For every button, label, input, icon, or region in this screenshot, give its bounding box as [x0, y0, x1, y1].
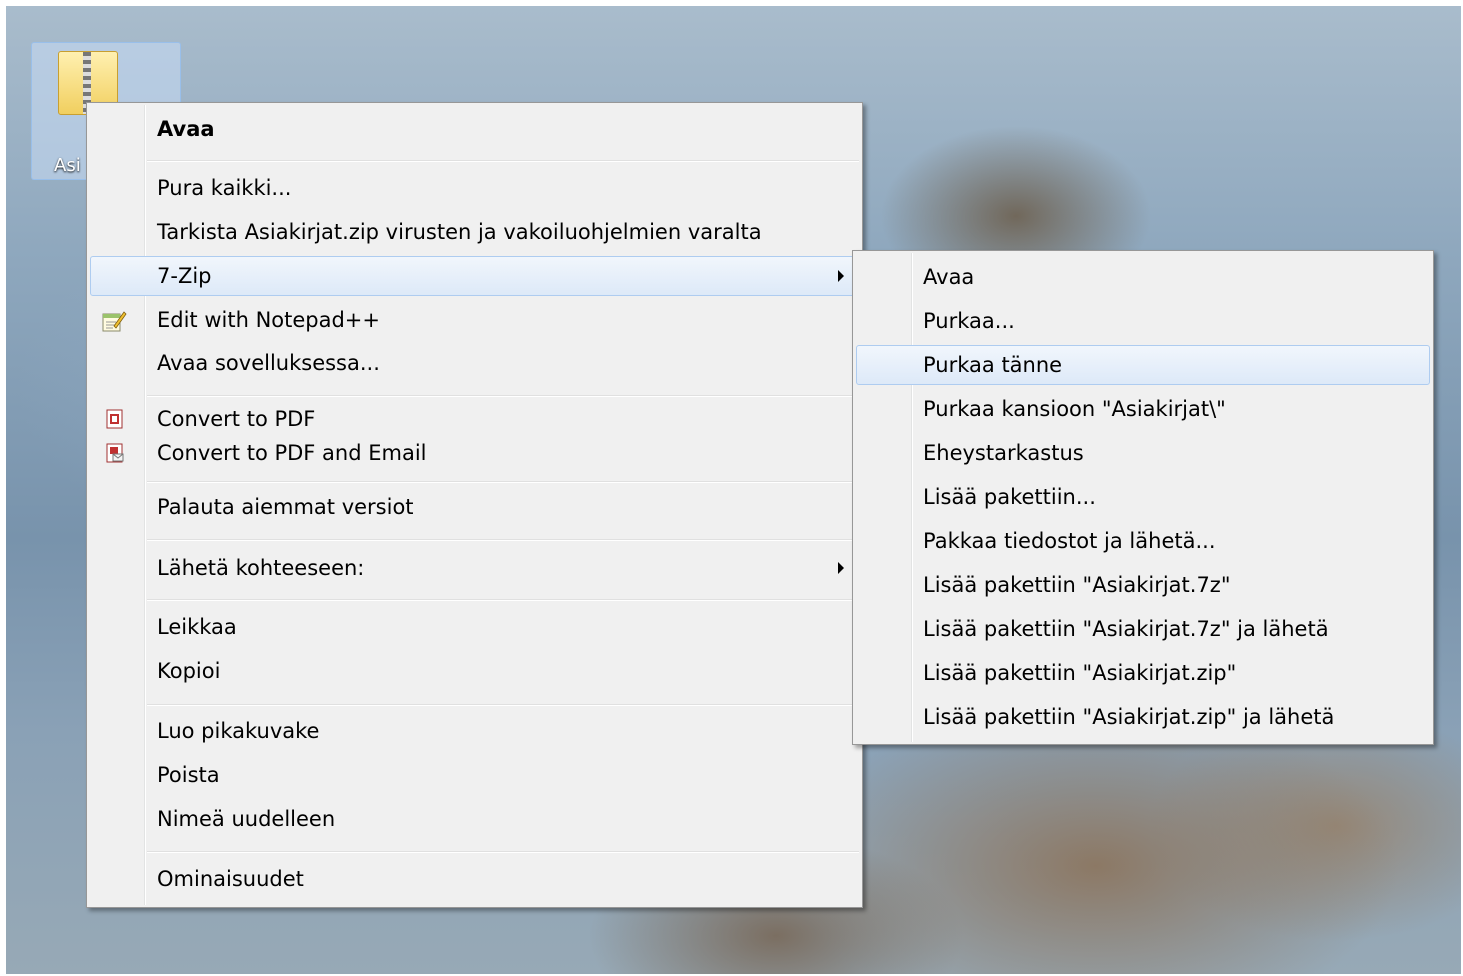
menu-item-copy[interactable]: Kopioi: [90, 651, 859, 691]
menu-item-create-shortcut[interactable]: Luo pikakuvake: [90, 711, 859, 751]
submenu-item-open[interactable]: Avaa: [856, 257, 1430, 297]
menu-separator: [147, 539, 859, 541]
submenu-item-add-to-7z[interactable]: Lisää pakettiin "Asiakirjat.7z": [856, 565, 1430, 605]
menu-item-rename[interactable]: Nimeä uudelleen: [90, 799, 859, 839]
sevenzip-submenu: Avaa Purkaa... Purkaa tänne Purkaa kansi…: [852, 250, 1434, 745]
submenu-item-test-archive[interactable]: Eheystarkastus: [856, 433, 1430, 473]
menu-item-extract-all[interactable]: Pura kaikki...: [90, 168, 859, 208]
menu-item-7zip[interactable]: 7-Zip: [90, 256, 859, 296]
submenu-arrow-icon: [838, 270, 844, 282]
context-menu: Avaa Pura kaikki... Tarkista Asiakirjat.…: [86, 102, 863, 908]
menu-separator: [147, 395, 859, 397]
submenu-item-add-to-7z-email[interactable]: Lisää pakettiin "Asiakirjat.7z" ja lähet…: [856, 609, 1430, 649]
submenu-item-add-to-archive[interactable]: Lisää pakettiin...: [856, 477, 1430, 517]
menu-item-cut[interactable]: Leikkaa: [90, 607, 859, 647]
menu-item-delete[interactable]: Poista: [90, 755, 859, 795]
menu-item-convert-pdf-email[interactable]: Convert to PDF and Email: [90, 433, 859, 473]
menu-item-send-to[interactable]: Lähetä kohteeseen:: [90, 548, 859, 588]
notepad-plus-plus-icon: [102, 311, 127, 332]
submenu-item-extract-to-folder[interactable]: Purkaa kansioon "Asiakirjat\": [856, 389, 1430, 429]
menu-separator: [147, 599, 859, 601]
submenu-arrow-icon: [838, 562, 844, 574]
menu-separator: [147, 481, 859, 483]
submenu-item-add-to-zip[interactable]: Lisää pakettiin "Asiakirjat.zip": [856, 653, 1430, 693]
menu-item-properties[interactable]: Ominaisuudet: [90, 859, 859, 899]
pdf-icon: [106, 409, 123, 429]
menu-separator: [147, 160, 859, 162]
menu-item-virus-scan[interactable]: Tarkista Asiakirjat.zip virusten ja vako…: [90, 212, 859, 252]
submenu-item-extract[interactable]: Purkaa...: [856, 301, 1430, 341]
menu-item-open-with[interactable]: Avaa sovelluksessa...: [90, 343, 859, 383]
menu-item-restore-versions[interactable]: Palauta aiemmat versiot: [90, 487, 859, 527]
desktop-icon-label: Asi: [54, 155, 81, 176]
pdf-email-icon: [106, 443, 124, 463]
menu-item-edit-notepad[interactable]: Edit with Notepad++: [90, 300, 859, 340]
menu-item-open[interactable]: Avaa: [90, 109, 859, 149]
submenu-item-add-to-zip-email[interactable]: Lisää pakettiin "Asiakirjat.zip" ja lähe…: [856, 697, 1430, 737]
submenu-item-extract-here[interactable]: Purkaa tänne: [856, 345, 1430, 385]
menu-separator: [147, 851, 859, 853]
submenu-item-compress-and-email[interactable]: Pakkaa tiedostot ja lähetä...: [856, 521, 1430, 561]
menu-separator: [147, 704, 859, 706]
